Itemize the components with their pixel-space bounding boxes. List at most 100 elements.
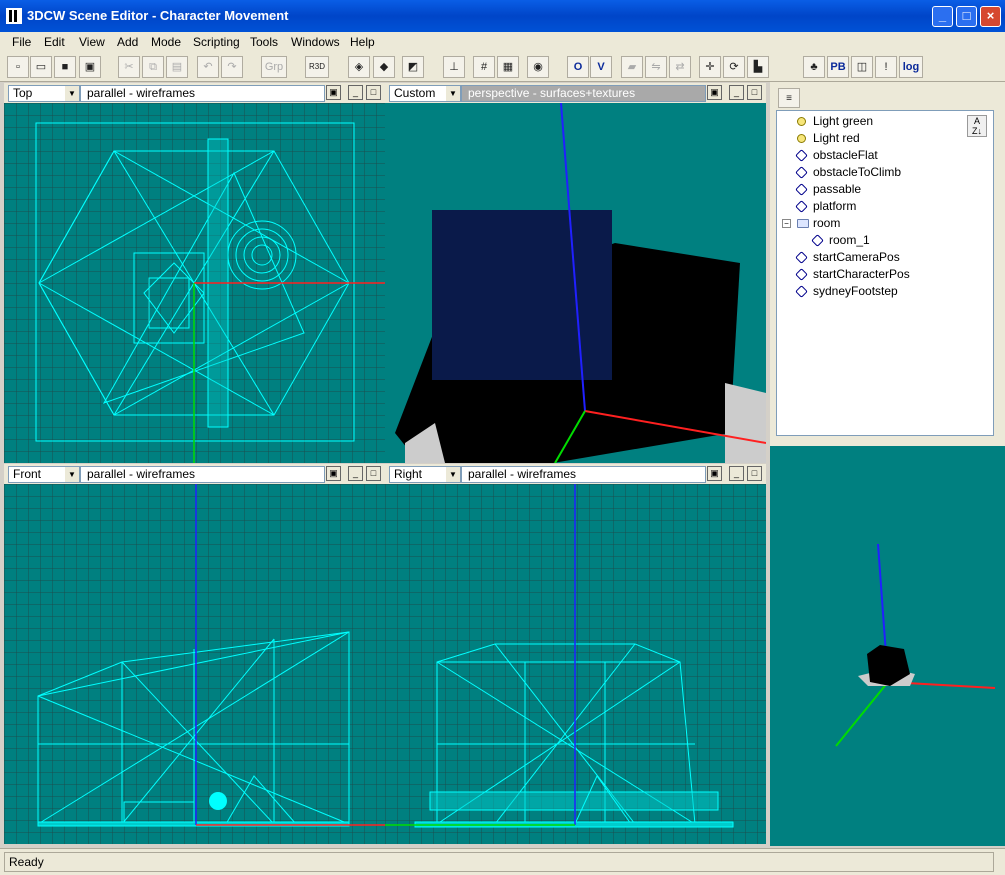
- light-icon: [797, 134, 806, 143]
- material-icon[interactable]: ◉: [527, 56, 549, 78]
- tree-view-icon[interactable]: ≡: [778, 88, 800, 108]
- rotate-icon[interactable]: ⟳: [723, 56, 745, 78]
- app-icon: [6, 8, 22, 24]
- view-selector-front[interactable]: Front ▼: [8, 466, 80, 483]
- open-icon[interactable]: ▭: [30, 56, 52, 78]
- sort-az-icon[interactable]: A Z↓: [967, 115, 987, 137]
- wireframe-front: [4, 484, 385, 844]
- undo-icon[interactable]: ↶: [197, 56, 219, 78]
- canvas-custom[interactable]: [385, 103, 766, 463]
- light-icon: [797, 117, 806, 126]
- unlink-icon[interactable]: ⇄: [669, 56, 691, 78]
- axes-icon[interactable]: ⊥: [443, 56, 465, 78]
- copy-icon[interactable]: ⧉: [142, 56, 164, 78]
- menu-view[interactable]: View: [79, 35, 105, 49]
- paste-icon[interactable]: ▤: [166, 56, 188, 78]
- perspective-scene: [385, 103, 766, 463]
- maximize-viewport-icon[interactable]: □: [366, 466, 381, 481]
- scene-tree: A Z↓ Light green Light red obstacleFlat o…: [776, 110, 994, 436]
- preview-pane[interactable]: [770, 444, 1005, 846]
- snap-grid-icon[interactable]: ▦: [497, 56, 519, 78]
- link-icon[interactable]: ⇋: [645, 56, 667, 78]
- cut-icon[interactable]: ✂: [118, 56, 140, 78]
- group-button[interactable]: Grp: [261, 56, 287, 78]
- new-icon[interactable]: ▫: [7, 56, 29, 78]
- maximize-button[interactable]: □: [956, 6, 977, 27]
- texture-icon[interactable]: ◩: [402, 56, 424, 78]
- view-selector-custom[interactable]: Custom ▼: [389, 85, 461, 102]
- object-icon: [795, 251, 808, 264]
- minimize-viewport-icon[interactable]: _: [729, 466, 744, 481]
- object-icon: [795, 166, 808, 179]
- chevron-down-icon: ▼: [446, 467, 460, 482]
- render-mode-top[interactable]: parallel - wireframes: [80, 85, 325, 102]
- scale-icon[interactable]: ▙: [747, 56, 769, 78]
- character-icon[interactable]: ♣: [803, 56, 825, 78]
- log-button[interactable]: log: [899, 56, 923, 78]
- redo-icon[interactable]: ↷: [221, 56, 243, 78]
- maximize-viewport-icon[interactable]: □: [747, 466, 762, 481]
- menu-windows[interactable]: Windows: [291, 35, 340, 49]
- menu-mode[interactable]: Mode: [151, 35, 181, 49]
- minimize-viewport-icon[interactable]: _: [729, 85, 744, 100]
- cube-icon[interactable]: ◆: [373, 56, 395, 78]
- canvas-front[interactable]: [4, 484, 385, 844]
- title-bar: 3DCW Scene Editor - Character Movement _…: [0, 0, 1005, 32]
- preview-scene: [835, 543, 996, 747]
- render-mode-right[interactable]: parallel - wireframes: [461, 466, 706, 483]
- wireframe-right: [385, 484, 766, 844]
- viewport-right: Right ▼ parallel - wireframes ▣ _ □: [385, 464, 766, 844]
- view-selector-top[interactable]: Top ▼: [8, 85, 80, 102]
- collapse-icon[interactable]: −: [782, 219, 791, 228]
- o-button[interactable]: O: [567, 56, 589, 78]
- render-mode-custom[interactable]: perspective - surfaces+textures: [461, 85, 706, 102]
- canvas-top[interactable]: [4, 103, 385, 463]
- lock-icon[interactable]: ▣: [326, 466, 341, 481]
- object-icon: [811, 234, 824, 247]
- chevron-down-icon: ▼: [65, 467, 79, 482]
- minimize-button[interactable]: _: [932, 6, 953, 27]
- chevron-down-icon: ▼: [65, 86, 79, 101]
- rotate-text-icon[interactable]: R3D: [305, 56, 329, 78]
- object-icon: [795, 285, 808, 298]
- grid-icon[interactable]: #: [473, 56, 495, 78]
- viewport-front: Front ▼ parallel - wireframes ▣ _ □: [4, 464, 385, 844]
- object-icon: [795, 149, 808, 162]
- wireframe-top: [4, 103, 385, 463]
- canvas-right[interactable]: [385, 484, 766, 844]
- save-as-icon[interactable]: ▣: [79, 56, 101, 78]
- align-icon[interactable]: ▰: [621, 56, 643, 78]
- render-mode-front[interactable]: parallel - wireframes: [80, 466, 325, 483]
- object-icon: [795, 183, 808, 196]
- menu-file[interactable]: File: [12, 35, 31, 49]
- minimize-viewport-icon[interactable]: _: [348, 466, 363, 481]
- camera-icon[interactable]: ◈: [348, 56, 370, 78]
- viewport-top: Top ▼ parallel - wireframes ▣ _ □: [4, 83, 385, 463]
- minimize-viewport-icon[interactable]: _: [348, 85, 363, 100]
- maximize-viewport-icon[interactable]: □: [366, 85, 381, 100]
- save-icon[interactable]: ■: [54, 56, 76, 78]
- menu-help[interactable]: Help: [350, 35, 375, 49]
- menu-bar: File Edit View Add Mode Scripting Tools …: [0, 32, 1005, 52]
- v-button[interactable]: V: [590, 56, 612, 78]
- status-text: Ready: [4, 852, 994, 872]
- folder-icon: [797, 219, 809, 228]
- menu-add[interactable]: Add: [117, 35, 138, 49]
- view-selector-right[interactable]: Right ▼: [389, 466, 461, 483]
- inspect-icon[interactable]: ◫: [851, 56, 873, 78]
- maximize-viewport-icon[interactable]: □: [747, 85, 762, 100]
- lock-icon[interactable]: ▣: [707, 466, 722, 481]
- toolbar: ▫ ▭ ■ ▣ ✂ ⧉ ▤ ↶ ↷ Grp R3D ◈ ◆ ◩ ⊥ # ▦ ◉ …: [0, 52, 1005, 82]
- menu-scripting[interactable]: Scripting: [193, 35, 240, 49]
- alert-icon[interactable]: !: [875, 56, 897, 78]
- menu-edit[interactable]: Edit: [44, 35, 65, 49]
- menu-tools[interactable]: Tools: [250, 35, 278, 49]
- lock-icon[interactable]: ▣: [707, 85, 722, 100]
- move-icon[interactable]: ✛: [699, 56, 721, 78]
- window-title: 3DCW Scene Editor - Character Movement: [27, 8, 289, 23]
- pb-button[interactable]: PB: [827, 56, 849, 78]
- lock-icon[interactable]: ▣: [326, 85, 341, 100]
- close-button[interactable]: ×: [980, 6, 1001, 27]
- chevron-down-icon: ▼: [446, 86, 460, 101]
- status-bar: Ready: [0, 848, 1005, 875]
